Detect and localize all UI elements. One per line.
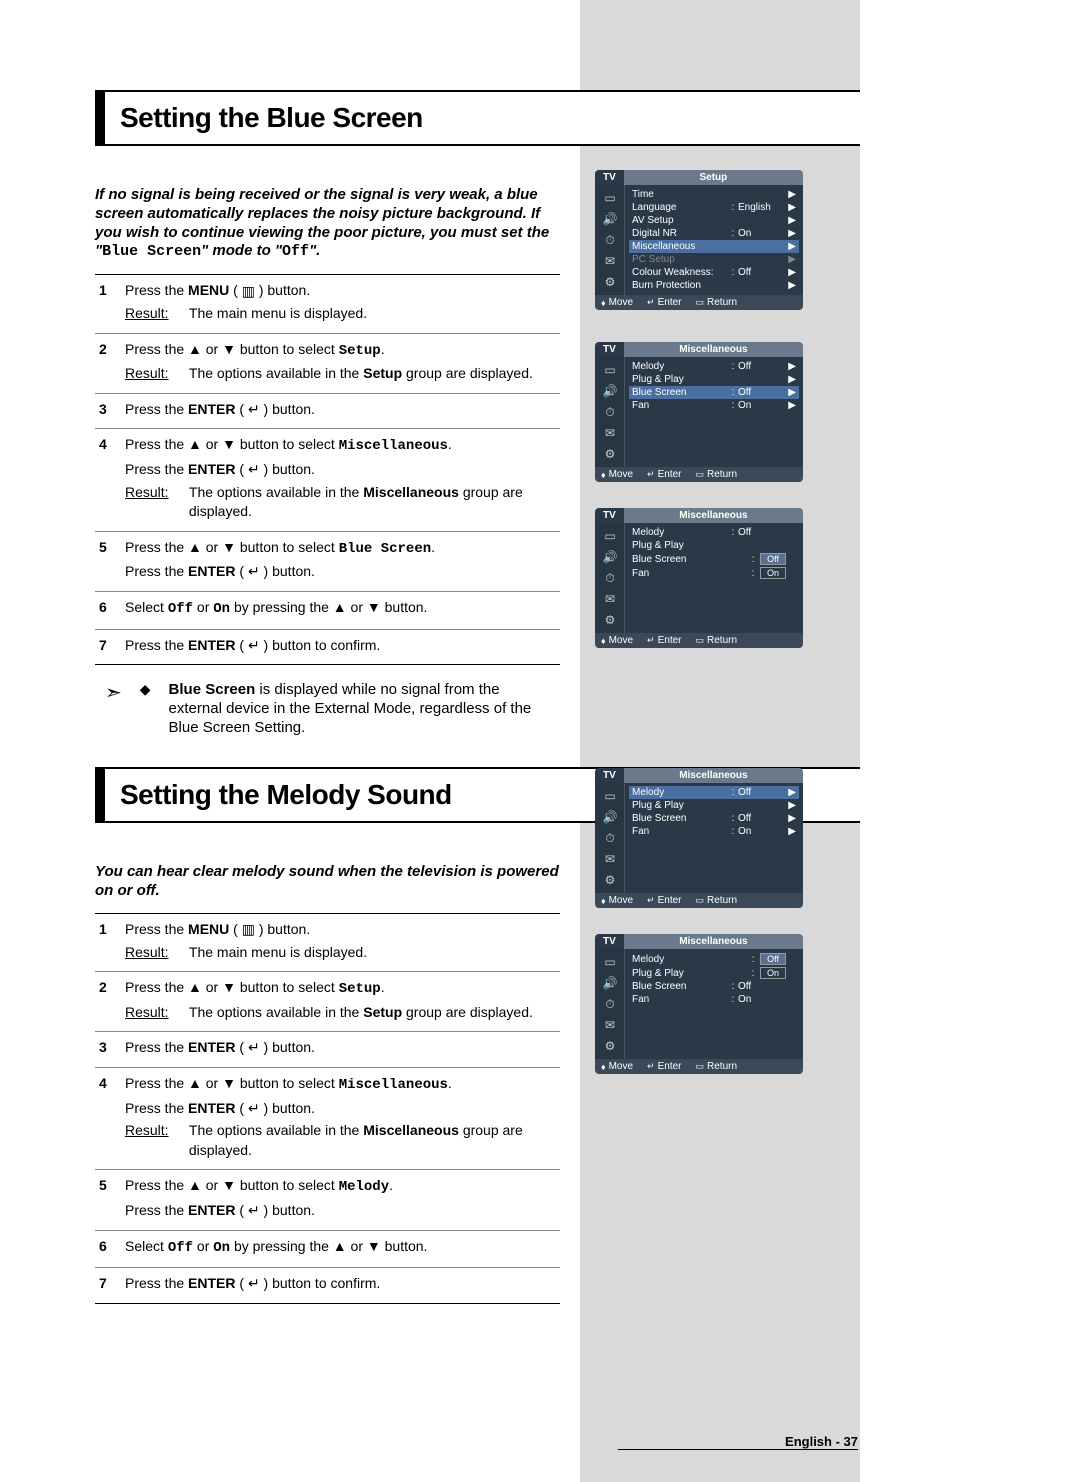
osd-screenshot: TVMiscellaneous ▭🔊⏱✉⚙ Melody:Off▶Plug & … — [595, 768, 803, 908]
enter-icon: ↵ — [248, 1100, 260, 1116]
section1-title: Setting the Blue Screen — [120, 102, 845, 134]
osd-screenshot: TVSetup ▭🔊⏱✉⚙ Time▶Language:English▶AV S… — [595, 170, 803, 310]
enter-icon: ↵ — [248, 1039, 260, 1055]
section1-steps: 1 Press the MENU ( ▥ ) button. Result: T… — [95, 274, 560, 665]
osd-screenshot: TVMiscellaneous ▭🔊⏱✉⚙ Melody:OffPlug & P… — [595, 508, 803, 648]
note-diamond-icon: ◆ — [140, 681, 151, 737]
enter-icon: ↵ — [248, 401, 260, 417]
section2-steps: 1 Press the MENU ( ▥ ) button. Result: T… — [95, 913, 560, 1304]
menu-icon: ▥ — [242, 921, 255, 937]
note-arrow-icon: ➣ — [105, 681, 122, 737]
osd-screenshot: TVMiscellaneous ▭🔊⏱✉⚙ Melody:Off▶Plug & … — [595, 342, 803, 482]
enter-icon: ↵ — [248, 563, 260, 579]
enter-icon: ↵ — [248, 1275, 260, 1291]
section1-title-block: Setting the Blue Screen — [95, 90, 860, 146]
enter-icon: ↵ — [248, 637, 260, 653]
osd-screenshot: TVMiscellaneous ▭🔊⏱✉⚙ Melody:OffPlug & P… — [595, 934, 803, 1074]
section1-note: ➣ ◆ Blue Screen is displayed while no si… — [95, 681, 860, 737]
enter-icon: ↵ — [248, 461, 260, 477]
page-footer: English - 37 — [618, 1434, 858, 1450]
menu-icon: ▥ — [242, 282, 255, 302]
enter-icon: ↵ — [248, 1202, 260, 1218]
